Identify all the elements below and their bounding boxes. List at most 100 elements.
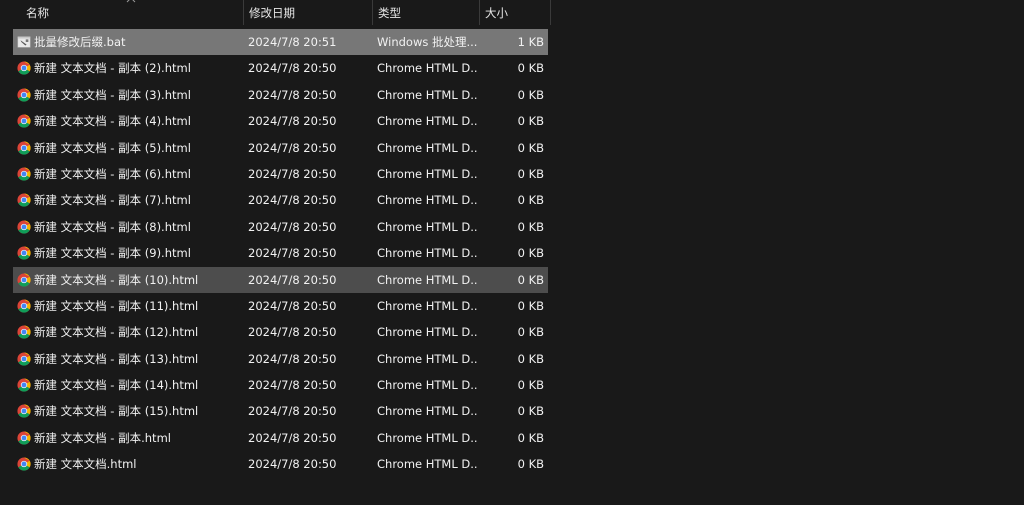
chrome-icon bbox=[17, 246, 31, 260]
column-header-date[interactable]: 修改日期 bbox=[243, 0, 372, 25]
chrome-icon bbox=[17, 272, 31, 287]
file-type: Chrome HTML D... bbox=[377, 351, 477, 366]
chrome-icon bbox=[17, 141, 31, 155]
file-type: Chrome HTML D... bbox=[377, 87, 477, 102]
file-size: 0 KB bbox=[517, 457, 544, 472]
file-date: 2024/7/8 20:50 bbox=[248, 457, 337, 472]
file-type: Chrome HTML D... bbox=[377, 325, 477, 340]
file-row[interactable]: 新建 文本文档 - 副本 (5).html 2024/7/8 20:50 Chrom… bbox=[13, 135, 548, 161]
column-header-size-label: 大小 bbox=[485, 6, 508, 20]
file-date: 2024/7/8 20:50 bbox=[248, 378, 337, 393]
file-date: 2024/7/8 20:50 bbox=[248, 114, 337, 129]
file-size: 0 KB bbox=[517, 246, 544, 261]
file-size: 0 KB bbox=[517, 87, 544, 102]
file-type: Chrome HTML D... bbox=[377, 378, 477, 393]
file-row[interactable]: 新建 文本文档 - 副本 (10).html 2024/7/8 20:50 Chro… bbox=[13, 266, 548, 293]
file-name: 新建 文本文档 - 副本 (7).html bbox=[34, 193, 191, 208]
chrome-icon bbox=[17, 193, 31, 207]
file-type: Chrome HTML D... bbox=[377, 193, 477, 208]
file-type: Chrome HTML D... bbox=[377, 61, 477, 76]
column-header-type[interactable]: 类型 bbox=[372, 0, 479, 25]
file-name: 新建 文本文档 - 副本 (12).html bbox=[34, 325, 199, 340]
file-name: 新建 文本文档 - 副本 (3).html bbox=[34, 87, 191, 102]
file-name: 批量修改后缀.bat bbox=[34, 35, 126, 49]
file-row[interactable]: 新建 文本文档 - 副本 (3).html 2024/7/8 20:50 Chrom… bbox=[13, 82, 548, 108]
file-name: 新建 文本文档 - 副本 (6).html bbox=[34, 166, 191, 181]
file-size: 0 KB bbox=[517, 351, 544, 366]
bat-file-icon bbox=[17, 35, 31, 49]
file-name: 新建 文本文档 - 副本 (4).html bbox=[34, 114, 191, 129]
chrome-icon bbox=[17, 167, 31, 181]
file-date: 2024/7/8 20:51 bbox=[248, 35, 337, 49]
file-row[interactable]: 新建 文本文档 - 副本.html 2024/7/8 20:50 Chrome HT… bbox=[13, 425, 548, 451]
chrome-icon bbox=[17, 88, 31, 102]
file-name: 新建 文本文档 - 副本 (11).html bbox=[34, 298, 199, 313]
file-date: 2024/7/8 20:50 bbox=[248, 272, 337, 287]
file-size: 0 KB bbox=[517, 219, 544, 234]
chrome-icon bbox=[17, 404, 31, 419]
file-type: Chrome HTML D... bbox=[377, 166, 477, 181]
file-type: Chrome HTML D... bbox=[377, 298, 477, 313]
column-header-type-label: 类型 bbox=[378, 6, 401, 20]
file-size: 0 KB bbox=[517, 430, 544, 445]
file-size: 0 KB bbox=[517, 61, 544, 76]
sort-ascending-icon bbox=[126, 0, 136, 3]
file-name: 新建 文本文档 - 副本 (13).html bbox=[34, 351, 199, 366]
file-date: 2024/7/8 20:50 bbox=[248, 140, 337, 155]
file-type: Chrome HTML D... bbox=[377, 219, 477, 234]
file-type: Chrome HTML D... bbox=[377, 246, 477, 261]
chrome-icon bbox=[17, 431, 31, 445]
column-header-bar: 名称 修改日期 类型 大小 bbox=[0, 0, 551, 25]
file-date: 2024/7/8 20:50 bbox=[248, 87, 337, 102]
file-date: 2024/7/8 20:50 bbox=[248, 404, 337, 419]
file-date: 2024/7/8 20:50 bbox=[248, 351, 337, 366]
file-size: 0 KB bbox=[517, 140, 544, 155]
file-row[interactable]: 新建 文本文档 - 副本 (9).html 2024/7/8 20:50 Chrom… bbox=[13, 240, 548, 266]
chrome-icon bbox=[17, 299, 31, 313]
file-type: Chrome HTML D... bbox=[377, 430, 477, 445]
file-name: 新建 文本文档 - 副本 (9).html bbox=[34, 246, 191, 261]
file-row[interactable]: 新建 文本文档 - 副本 (13).html 2024/7/8 20:50 Chro… bbox=[13, 346, 548, 372]
file-name: 新建 文本文档 - 副本 (5).html bbox=[34, 140, 191, 155]
column-header-size[interactable]: 大小 bbox=[479, 0, 551, 25]
chrome-icon bbox=[17, 220, 31, 234]
file-date: 2024/7/8 20:50 bbox=[248, 193, 337, 208]
file-type: Chrome HTML D... bbox=[377, 457, 477, 472]
file-row[interactable]: 新建 文本文档 - 副本 (14).html 2024/7/8 20:50 Chro… bbox=[13, 372, 548, 398]
file-row[interactable]: 新建 文本文档 - 副本 (4).html 2024/7/8 20:50 Chrom… bbox=[13, 108, 548, 134]
file-row[interactable]: 新建 文本文档 - 副本 (15).html 2024/7/8 20:50 Chro… bbox=[13, 398, 548, 424]
file-type: Chrome HTML D... bbox=[377, 114, 477, 129]
file-name: 新建 文本文档 - 副本 (14).html bbox=[34, 378, 199, 393]
chrome-icon bbox=[17, 61, 31, 75]
file-name: 新建 文本文档.html bbox=[34, 457, 137, 472]
file-name: 新建 文本文档 - 副本 (15).html bbox=[34, 404, 199, 419]
file-name: 新建 文本文档 - 副本.html bbox=[34, 430, 171, 445]
file-row[interactable]: 新建 文本文档 - 副本 (2).html 2024/7/8 20:50 Chrom… bbox=[13, 55, 548, 81]
file-size: 0 KB bbox=[517, 272, 544, 287]
chrome-icon bbox=[17, 114, 31, 128]
chrome-icon bbox=[17, 325, 31, 339]
file-size: 0 KB bbox=[517, 404, 544, 419]
file-date: 2024/7/8 20:50 bbox=[248, 61, 337, 76]
file-type: Chrome HTML D... bbox=[377, 140, 477, 155]
chrome-icon bbox=[17, 378, 31, 392]
file-row[interactable]: 新建 文本文档.html 2024/7/8 20:50 Chrome HTML D.… bbox=[13, 451, 548, 477]
file-row[interactable]: 批量修改后缀.bat 2024/7/8 20:51 Windows 批处理... 1 … bbox=[13, 29, 548, 56]
file-date: 2024/7/8 20:50 bbox=[248, 298, 337, 313]
file-row[interactable]: 新建 文本文档 - 副本 (8).html 2024/7/8 20:50 Chrom… bbox=[13, 214, 548, 240]
file-name: 新建 文本文档 - 副本 (2).html bbox=[34, 61, 191, 76]
file-date: 2024/7/8 20:50 bbox=[248, 166, 337, 181]
file-size: 0 KB bbox=[517, 114, 544, 129]
file-row[interactable]: 新建 文本文档 - 副本 (11).html 2024/7/8 20:50 Chro… bbox=[13, 293, 548, 319]
file-date: 2024/7/8 20:50 bbox=[248, 430, 337, 445]
file-row[interactable]: 新建 文本文档 - 副本 (6).html 2024/7/8 20:50 Chrom… bbox=[13, 161, 548, 187]
file-row[interactable]: 新建 文本文档 - 副本 (7).html 2024/7/8 20:50 Chrom… bbox=[13, 187, 548, 213]
file-name: 新建 文本文档 - 副本 (10).html bbox=[34, 272, 199, 287]
file-size: 0 KB bbox=[517, 325, 544, 340]
file-date: 2024/7/8 20:50 bbox=[248, 246, 337, 261]
file-row[interactable]: 新建 文本文档 - 副本 (12).html 2024/7/8 20:50 Chro… bbox=[13, 319, 548, 345]
file-size: 0 KB bbox=[517, 166, 544, 181]
column-header-date-label: 修改日期 bbox=[249, 6, 295, 20]
file-type: Chrome HTML D... bbox=[377, 272, 477, 287]
file-size: 0 KB bbox=[517, 378, 544, 393]
